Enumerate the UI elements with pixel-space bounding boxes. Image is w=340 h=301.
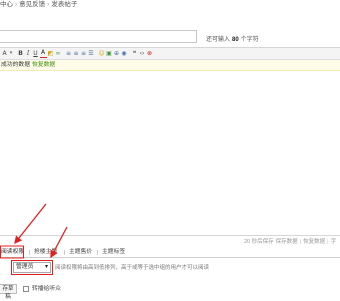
- restore-data-link[interactable]: 恢复数据: [32, 62, 55, 68]
- breadcrumb-item[interactable]: 意见反馈: [19, 1, 45, 8]
- tab-divider: [29, 250, 30, 255]
- read-permission-description: 阅读权限将由高到低排列，高于或等于选中组的用户才可以阅读: [55, 265, 210, 271]
- underline-icon[interactable]: U: [32, 49, 39, 58]
- tab-thread-price[interactable]: 主题售价: [69, 249, 92, 256]
- align-right-icon[interactable]: ≡: [80, 49, 87, 58]
- breadcrumb-item-current: 发表帖子: [51, 1, 78, 8]
- code-icon[interactable]: ‹›: [139, 49, 146, 58]
- hint-suffix: 个字符: [240, 37, 259, 43]
- status-divider: |: [327, 239, 329, 245]
- font-color-icon[interactable]: A: [39, 49, 47, 58]
- align-left-icon[interactable]: ≡: [65, 49, 72, 58]
- image-icon[interactable]: ▣: [106, 49, 113, 58]
- autosave-status: 20 秒后保存 保存数据 | 恢复数据 | 字: [244, 238, 340, 246]
- font-size-icon[interactable]: A: [1, 49, 8, 58]
- chevron-down-icon: ▾: [44, 264, 48, 270]
- subject-input[interactable]: [0, 30, 197, 43]
- tab-thread-tags[interactable]: 主题标签: [102, 249, 125, 256]
- link-icon[interactable]: ∞: [55, 49, 62, 58]
- broadcast-label[interactable]: 转播给听众: [32, 285, 61, 293]
- autosave-countdown: 20 秒后保存: [244, 239, 274, 245]
- remaining-char-count: 80: [232, 37, 239, 43]
- background-color-icon[interactable]: ◩: [47, 49, 54, 58]
- read-permission-selected: 管理员: [16, 264, 34, 270]
- editor-content-area[interactable]: [0, 71, 340, 235]
- read-permission-select[interactable]: 管理员 ▾: [13, 262, 51, 273]
- list-icon[interactable]: ☰: [88, 49, 95, 58]
- breadcrumb-separator: ›: [15, 1, 18, 8]
- extra-options-tabs: 阅读权限 抢楼主题 主题售价 主题标签: [0, 247, 340, 258]
- post-editor: A ▾ B I U A ◩ ∞ ≡ ≡ ≡ ☰ ☺ ▣ ⊕ ◉ ❝ ‹› ⊗ 成…: [0, 47, 340, 236]
- restore-data-link[interactable]: 恢复数据: [303, 239, 325, 245]
- draft-restore-notice: 成功的数据 恢复数据: [0, 60, 340, 71]
- notice-text: 成功的数据: [1, 62, 30, 68]
- editor-toolbar: A ▾ B I U A ◩ ∞ ≡ ≡ ≡ ☰ ☺ ▣ ⊕ ◉ ❝ ‹› ⊗: [0, 48, 340, 60]
- breadcrumb-separator: ›: [47, 1, 50, 8]
- chevron-down-icon[interactable]: ▾: [9, 49, 14, 58]
- align-center-icon[interactable]: ≡: [73, 49, 80, 58]
- bold-icon[interactable]: B: [17, 49, 24, 58]
- tab-divider: [64, 250, 65, 255]
- breadcrumb: 中心 › 意见反馈 › 发表帖子: [0, 0, 77, 9]
- breadcrumb-item[interactable]: 中心: [0, 1, 13, 8]
- hide-content-icon[interactable]: ⊗: [146, 49, 153, 58]
- quote-icon[interactable]: ❝: [131, 49, 138, 58]
- word-count-link[interactable]: 字: [331, 239, 337, 245]
- subject-length-hint: 还可输入 80 个字符: [206, 34, 259, 43]
- tab-floor-grab-thread[interactable]: 抢楼主题: [34, 249, 57, 256]
- tab-read-permission[interactable]: 阅读权限: [1, 249, 24, 256]
- hint-prefix: 还可输入: [206, 37, 231, 43]
- save-draft-button[interactable]: 存草稿: [0, 284, 17, 300]
- attachment-icon[interactable]: ⊕: [113, 49, 120, 58]
- tab-divider: [97, 250, 98, 255]
- media-icon[interactable]: ◉: [121, 49, 128, 58]
- smiley-icon[interactable]: ☺: [98, 49, 105, 58]
- broadcast-checkbox[interactable]: [23, 286, 29, 292]
- status-divider: |: [299, 239, 302, 245]
- save-data-link[interactable]: 保存数据: [276, 239, 298, 245]
- italic-icon[interactable]: I: [25, 49, 32, 58]
